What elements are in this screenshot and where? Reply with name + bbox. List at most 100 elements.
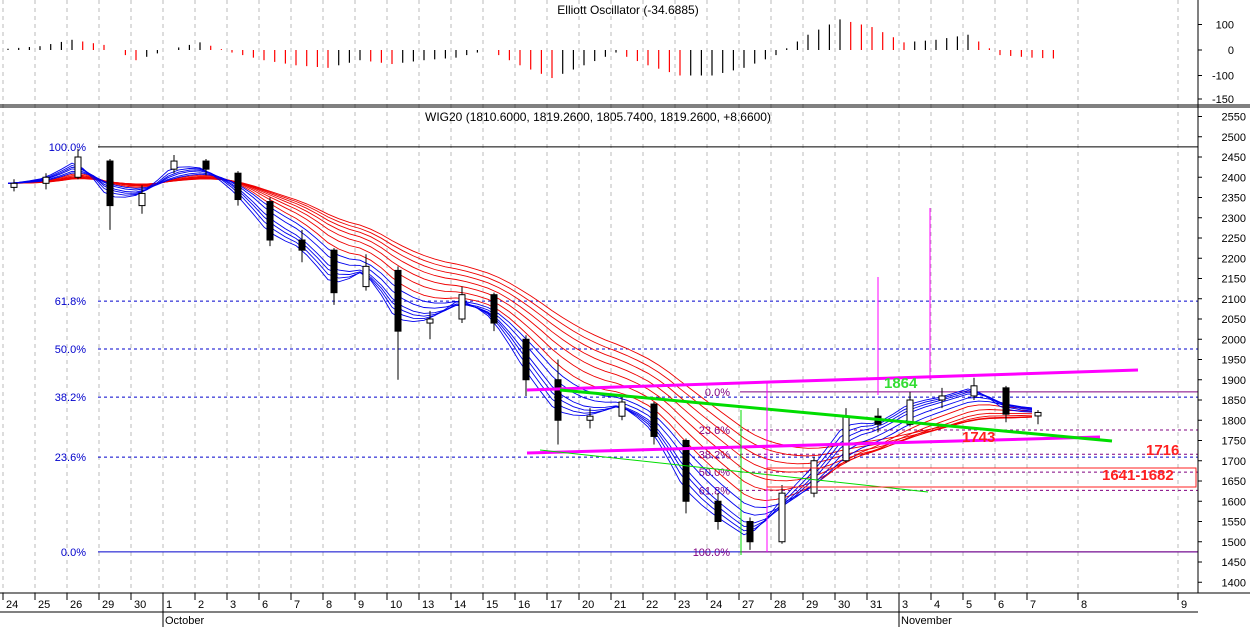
trend-lines [526, 208, 1139, 555]
annotation-1743: 1743 [962, 429, 995, 446]
candle-body [106, 160, 114, 207]
oscillator-panel [7, 19, 1055, 79]
y-tick-label: 1900 [1222, 375, 1246, 387]
candle-body [618, 401, 626, 417]
oscillator-title: Elliott Oscillator (-34.6885) [557, 3, 698, 17]
y-tick-label: 1400 [1222, 577, 1246, 589]
candle-body [842, 415, 850, 462]
y-tick-label: 2250 [1222, 233, 1246, 245]
fib-right-label: 100.0% [693, 547, 731, 559]
y-tick-label: 1700 [1222, 456, 1246, 468]
y-tick-label: 1950 [1222, 355, 1246, 367]
candle-body [266, 201, 274, 241]
x-tick-label: 5 [966, 599, 972, 611]
y-tick-label: 2350 [1222, 193, 1246, 205]
x-tick-label: 20 [582, 599, 594, 611]
x-tick-label: 7 [294, 599, 300, 611]
x-tick-label: 1 [166, 599, 172, 611]
osc-y-tick-label: 100 [1216, 20, 1234, 32]
month-label: November [901, 615, 952, 627]
x-tick-label: 30 [838, 599, 850, 611]
x-tick-label: 26 [70, 599, 82, 611]
candle-body [554, 379, 562, 421]
resistance-trendline [526, 368, 1139, 392]
candle-body [138, 192, 146, 207]
x-tick-label: 14 [454, 599, 466, 611]
x-tick-label: 9 [358, 599, 364, 611]
candle-body [1002, 387, 1010, 415]
grid [2, 0, 1179, 593]
candle-body [490, 294, 498, 324]
annotation-1864: 1864 [884, 375, 918, 392]
candle-body [810, 460, 818, 494]
y-tick-label: 1650 [1222, 476, 1246, 488]
candle-body [586, 415, 594, 421]
fib-left-label: 100.0% [49, 142, 87, 154]
y-tick-label: 1800 [1222, 415, 1246, 427]
x-tick-label: 2 [198, 599, 204, 611]
candle-body [394, 269, 402, 332]
y-tick-label: 1600 [1222, 496, 1246, 508]
candle-body [778, 492, 786, 543]
y-tick-label: 2000 [1222, 334, 1246, 346]
x-tick-label: 4 [934, 599, 940, 611]
candle-body [42, 176, 50, 184]
x-tick-label: 16 [518, 599, 530, 611]
x-tick-label: 8 [326, 599, 332, 611]
osc-y-tick-label: -150 [1212, 94, 1234, 106]
x-tick-label: 30 [134, 599, 146, 611]
candle-body [522, 338, 530, 381]
y-tick-label: 1550 [1222, 517, 1246, 529]
osc-y-tick-label: -100 [1212, 71, 1234, 83]
x-tick-label: 6 [998, 599, 1004, 611]
fib-right-label: 61.8% [699, 485, 730, 497]
y-tick-label: 2400 [1222, 172, 1246, 184]
y-tick-label: 2300 [1222, 213, 1246, 225]
x-tick-label: 21 [614, 599, 626, 611]
osc-y-tick-label: 0 [1228, 45, 1234, 57]
y-tick-label: 1450 [1222, 557, 1246, 569]
y-tick-label: 2500 [1222, 132, 1246, 144]
x-tick-label: 7 [1030, 599, 1036, 611]
fib-left-label: 38.2% [55, 392, 86, 404]
x-tick-label: 3 [902, 599, 908, 611]
annotation-support-zone: 1641-1682 [1102, 467, 1174, 484]
candle-body [1034, 411, 1042, 417]
x-tick-label: 3 [230, 599, 236, 611]
support-trendline [526, 435, 1101, 455]
x-tick-label: 29 [806, 599, 818, 611]
y-tick-label: 2550 [1222, 112, 1246, 124]
fib-left-label: 50.0% [55, 344, 86, 356]
candle-body [970, 385, 978, 397]
fib-left-label: 61.8% [55, 296, 86, 308]
y-tick-label: 2450 [1222, 152, 1246, 164]
candle-body [458, 294, 466, 320]
y-tick-label: 1850 [1222, 395, 1246, 407]
candle-body [170, 160, 178, 170]
candle-body [714, 500, 722, 522]
x-tick-label: 24 [710, 599, 722, 611]
candle-body [74, 156, 82, 178]
fib-left-label: 23.6% [55, 452, 86, 464]
candle-body [650, 403, 658, 437]
x-tick-label: 10 [390, 599, 402, 611]
y-tick-label: 1750 [1222, 436, 1246, 448]
y-tick-label: 2200 [1222, 253, 1246, 265]
candle-body [362, 265, 370, 288]
y-tick-label: 2050 [1222, 314, 1246, 326]
x-tick-label: 15 [486, 599, 498, 611]
wig20-chart: 100.0%61.8%50.0%38.2%23.6%0.0%0.0%23.6%3… [0, 0, 1250, 627]
candle-body [330, 249, 338, 294]
candle-body [298, 239, 306, 251]
x-tick-label: 24 [6, 599, 18, 611]
fib-left-label: 0.0% [61, 547, 86, 559]
candle-body [746, 521, 754, 543]
x-tick-label: 13 [422, 599, 434, 611]
y-tick-label: 2100 [1222, 294, 1246, 306]
candle-body [202, 160, 210, 170]
candle-body [938, 395, 946, 401]
x-tick-label: 23 [678, 599, 690, 611]
x-tick-label: 28 [774, 599, 786, 611]
price-title: WIG20 (1810.6000, 1819.2600, 1805.7400, … [425, 110, 771, 124]
candle-body [426, 318, 434, 324]
